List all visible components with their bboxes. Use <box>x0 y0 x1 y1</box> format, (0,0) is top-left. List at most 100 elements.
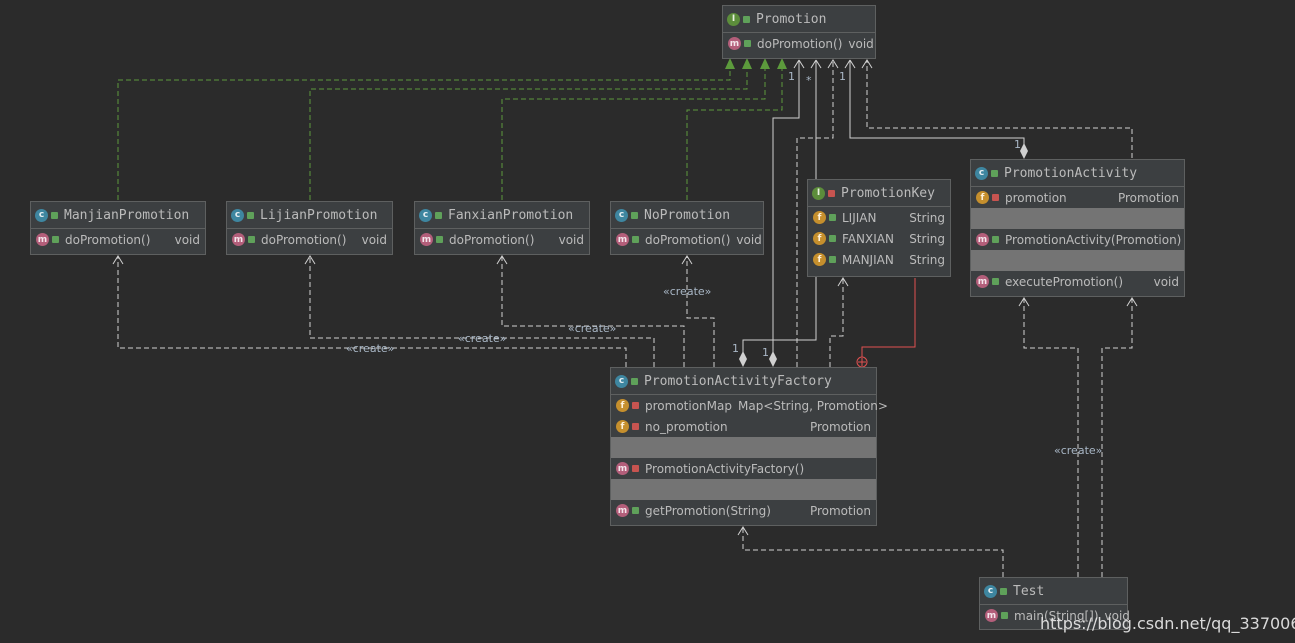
method-icon: m <box>976 275 989 288</box>
dep-test-activity-2 <box>1101 298 1133 577</box>
method-icon: m <box>616 462 629 475</box>
member-name: doPromotion() <box>449 232 535 247</box>
member-type: void <box>1153 274 1179 289</box>
class-box-promotionactivity[interactable]: c PromotionActivity f promotion Promotio… <box>970 159 1185 297</box>
member-type: void <box>736 232 762 247</box>
aggregation-diamond <box>739 351 747 367</box>
assoc-arrow <box>844 59 851 69</box>
dep-test-factory <box>742 527 1004 577</box>
member-type: void <box>558 232 584 247</box>
private-visibility-icon <box>632 423 639 430</box>
member-name: doPromotion() <box>65 232 151 247</box>
member-type: String <box>909 231 945 246</box>
method-row: m doPromotion() void <box>31 229 205 250</box>
public-visibility-icon <box>632 236 639 243</box>
method-row: m doPromotion() void <box>227 229 392 250</box>
class-title: PromotionActivity <box>1004 165 1138 181</box>
private-visibility-icon <box>992 194 999 201</box>
watermark-text: https://blog.csdn.net/qq_33700648 <box>1040 614 1295 633</box>
public-visibility-icon <box>1000 587 1007 595</box>
class-header: c PromotionActivity <box>971 160 1184 187</box>
dep-activity-promotion <box>866 60 1133 158</box>
section-separator <box>611 479 876 500</box>
class-box-factory[interactable]: c PromotionActivityFactory f promotionMa… <box>610 367 888 526</box>
public-visibility-icon <box>744 40 751 47</box>
member-name: doPromotion() <box>757 36 843 51</box>
nested-edge <box>856 278 916 368</box>
create-label-fanxian: «create» <box>568 322 616 335</box>
private-visibility-icon <box>632 402 639 409</box>
method-icon: m <box>616 233 629 246</box>
private-visibility-icon <box>828 189 835 197</box>
public-visibility-icon <box>436 236 443 243</box>
realization-arrowhead <box>725 58 735 69</box>
class-header: c LijianPromotion <box>227 202 392 229</box>
public-visibility-icon <box>829 214 836 221</box>
public-visibility-icon <box>247 211 254 219</box>
field-icon: f <box>813 232 826 245</box>
member-name: executePromotion() <box>1005 274 1123 289</box>
assoc-arrow <box>810 59 817 69</box>
public-visibility-icon <box>248 236 255 243</box>
dep-test-activity <box>1023 298 1079 577</box>
assoc-arrow <box>793 59 800 69</box>
realization-edges <box>117 68 783 200</box>
public-visibility-icon <box>992 236 999 243</box>
member-name: MANJIAN <box>842 252 894 267</box>
realization-arrowheads <box>725 58 787 69</box>
method-row: m getPromotion(String) Promotion <box>611 500 876 521</box>
class-title: PromotionActivityFactory <box>644 373 832 389</box>
method-row: m executePromotion() void <box>971 271 1184 292</box>
class-box-manjian[interactable]: c ManjianPromotion m doPromotion() void <box>30 201 206 255</box>
class-box-nopromotion[interactable]: c NoPromotion m doPromotion() void <box>610 201 764 255</box>
member-name: PromotionActivityFactory() <box>645 461 805 476</box>
public-visibility-icon <box>829 256 836 263</box>
class-box-lijian[interactable]: c LijianPromotion m doPromotion() void <box>226 201 393 255</box>
method-row: m doPromotion() void <box>415 229 589 250</box>
member-name: promotionMap <box>645 398 732 413</box>
field-row: f no_promotion Promotion <box>611 416 876 437</box>
member-name: doPromotion() <box>261 232 347 247</box>
relationship-edges: «create» «create» «create» «create» «cre… <box>112 58 1138 577</box>
public-visibility-icon <box>631 211 638 219</box>
class-header: c PromotionActivityFactory <box>611 368 876 395</box>
realization-manjian <box>117 68 731 200</box>
constructor-row: m PromotionActivityFactory() <box>611 458 876 479</box>
class-title: Promotion <box>756 11 827 27</box>
member-type: void <box>174 232 200 247</box>
class-icon: c <box>615 374 628 388</box>
field-row: f FANXIAN String <box>808 228 950 249</box>
public-visibility-icon <box>52 236 59 243</box>
multiplicity-one: 1 <box>732 342 739 355</box>
member-type: Promotion <box>809 419 871 434</box>
realization-lijian <box>309 68 748 200</box>
create-label-test: «create» <box>1054 444 1102 457</box>
class-title: LijianPromotion <box>260 207 378 223</box>
method-icon: m <box>36 233 49 246</box>
class-icon: c <box>231 208 244 222</box>
class-box-fanxian[interactable]: c FanxianPromotion m doPromotion() void <box>414 201 590 255</box>
field-icon: f <box>616 420 629 433</box>
multiplicity-one: 1 <box>788 70 795 83</box>
field-row: f LIJIAN String <box>808 207 950 228</box>
class-box-promotion[interactable]: I Promotion m doPromotion() void <box>722 5 876 59</box>
public-visibility-icon <box>992 278 999 285</box>
assoc-activity-promotion <box>849 60 1025 144</box>
class-title: ManjianPromotion <box>64 207 190 223</box>
member-type: Promotion <box>1117 190 1179 205</box>
class-header: c FanxianPromotion <box>415 202 589 229</box>
dep-factory-promokey <box>829 278 844 367</box>
class-header: c ManjianPromotion <box>31 202 205 229</box>
create-label-lijian: «create» <box>458 332 506 345</box>
private-visibility-icon <box>632 465 639 472</box>
assoc-arrow <box>815 59 822 69</box>
assoc-arrow <box>798 59 805 69</box>
member-type: void <box>361 232 387 247</box>
method-icon: m <box>728 37 741 50</box>
method-row: m doPromotion() void <box>723 33 875 54</box>
class-box-promotionkey[interactable]: I PromotionKey f LIJIAN String f FANXIAN… <box>807 179 951 277</box>
field-row: f promotionMap Map<String, Promotion> <box>611 395 888 416</box>
assoc-arrow <box>849 59 856 69</box>
member-type: Promotion <box>809 503 871 518</box>
class-title: PromotionKey <box>841 185 935 201</box>
